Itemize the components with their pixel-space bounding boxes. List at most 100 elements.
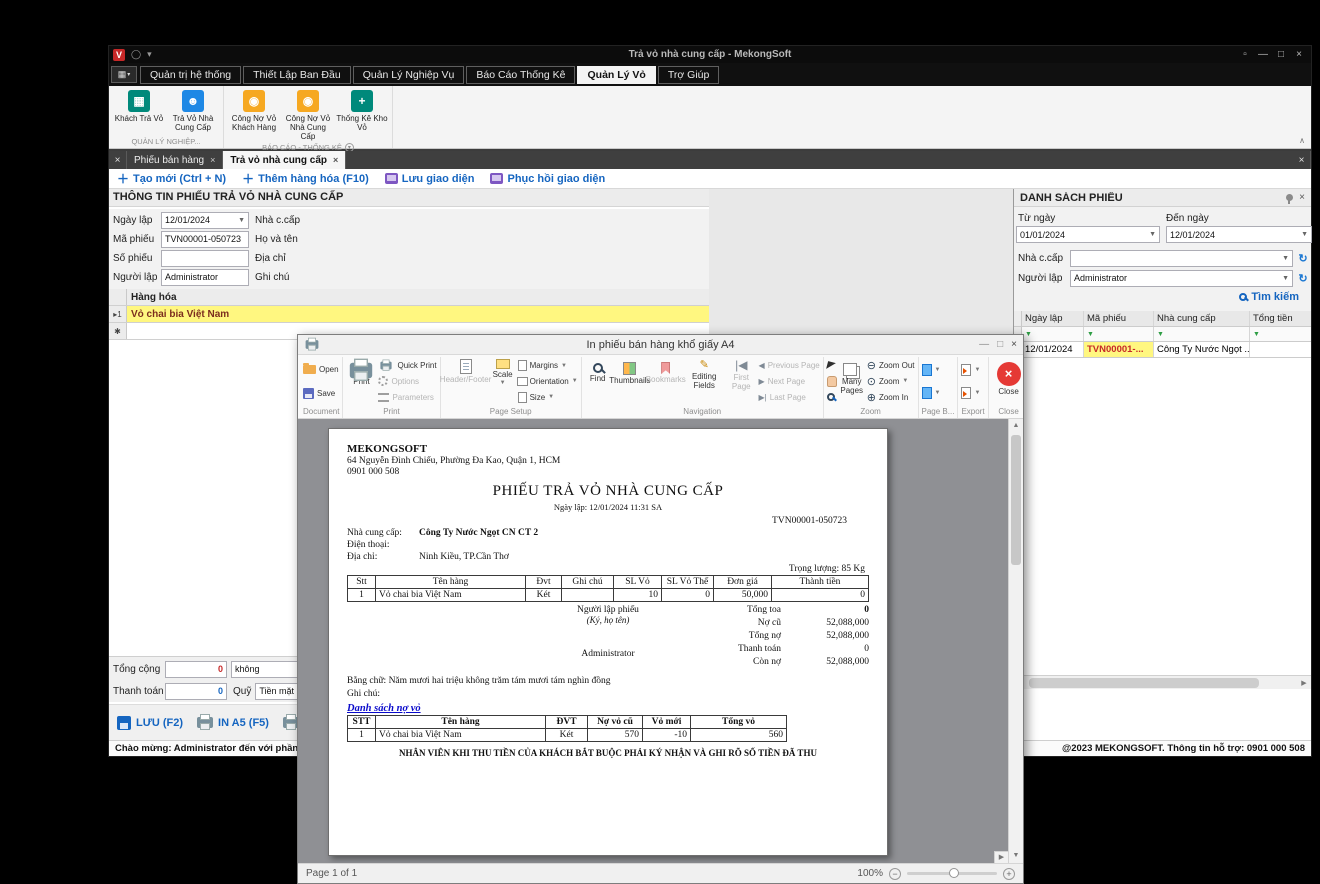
den-ngay-input[interactable]: 12/01/2024▼ <box>1166 226 1312 243</box>
print-button[interactable]: Print <box>346 357 376 406</box>
ma-phieu-input[interactable]: TVN00001-050723 <box>161 231 249 248</box>
first-page-button[interactable]: |◀First Page <box>726 357 757 406</box>
ma-phieu-header[interactable]: Mã phiếu <box>1084 311 1154 326</box>
many-pages-button[interactable]: Many Pages <box>839 357 865 406</box>
ribbon-tab-quan-tri[interactable]: Quản trị hệ thống <box>140 66 241 84</box>
ribbon-tab-quan-ly-vo[interactable]: Quản Lý Vỏ <box>577 66 655 84</box>
previous-page-button[interactable]: ◀Previous Page <box>759 359 820 372</box>
preview-area[interactable]: MEKONGSOFT 64 Nguyễn Đình Chiểu, Phường … <box>298 419 1023 863</box>
scroll-right-icon[interactable]: ▶ <box>1297 679 1311 687</box>
record-icon[interactable]: ◯ <box>131 49 141 60</box>
pin-icon[interactable] <box>1286 194 1293 201</box>
nguoi-lap-filter-select[interactable]: Administrator▼ <box>1070 270 1293 287</box>
save-layout-button[interactable]: Lưu giao diện <box>385 173 475 185</box>
margins-button[interactable]: Margins▼ <box>518 359 578 372</box>
ribbon-tab-nghiep-vu[interactable]: Quản Lý Nghiệp Vụ <box>353 66 465 84</box>
list-row[interactable]: 12/01/2024 TVN00001-... Công Ty Nước Ngọ… <box>1014 342 1311 358</box>
export-document-button[interactable]: ▼ <box>961 363 980 376</box>
hand-tool-button[interactable] <box>827 375 837 388</box>
close-icon[interactable]: × <box>1291 49 1307 60</box>
filter-cell[interactable]: ▼ <box>1154 327 1250 341</box>
options-button[interactable]: Options <box>378 375 436 388</box>
search-button[interactable]: Tìm kiếm <box>1239 291 1299 303</box>
zoom-tool-button[interactable] <box>827 391 837 404</box>
tu-ngay-input[interactable]: 01/01/2024▼ <box>1016 226 1160 243</box>
ribbon-tab-bao-cao[interactable]: Báo Cáo Thống Kê <box>466 66 575 84</box>
close-icon[interactable]: × <box>1011 339 1017 350</box>
ngay-lap-cell[interactable]: 12/01/2024 <box>1022 342 1084 357</box>
send-email-button[interactable]: ▼ <box>961 387 980 400</box>
new-button[interactable]: ＋Tạo mới (Ctrl + N) <box>117 170 226 187</box>
find-button[interactable]: Find <box>585 357 611 406</box>
grid-row[interactable]: ▸1 Vỏ chai bia Việt Nam <box>109 306 709 323</box>
print-a5-button[interactable]: IN A5 (F5) <box>197 717 269 729</box>
khach-tra-vo-button[interactable]: ▦ Khách Trả Vỏ <box>113 88 165 136</box>
close-tab-icon[interactable]: × <box>333 155 338 165</box>
zoom-slider-thumb[interactable] <box>949 868 959 878</box>
add-item-button[interactable]: ＋Thêm hàng hóa (F10) <box>242 170 369 187</box>
close-preview-button[interactable]: ×Close <box>992 357 1023 406</box>
zoom-slider[interactable] <box>907 872 997 875</box>
ribbon-tab-thiet-lap[interactable]: Thiết Lập Ban Đầu <box>243 66 351 84</box>
tra-vo-nha-cung-cap-button[interactable]: ☻ Trả Vỏ Nhà Cung Cấp <box>167 88 219 136</box>
zoom-out-button[interactable]: ⊖Zoom Out <box>867 359 915 372</box>
nguoi-lap-input[interactable]: Administrator <box>161 269 249 286</box>
ribbon-collapse-icon[interactable]: ∧ <box>1299 136 1305 145</box>
scroll-up-icon[interactable]: ▲ <box>1009 419 1023 433</box>
scrollbar-thumb[interactable] <box>1011 435 1021 565</box>
pointer-tool-button[interactable] <box>827 359 837 372</box>
close-tab-right-icon[interactable]: × <box>1293 151 1311 169</box>
minimize-icon[interactable]: — <box>1255 49 1271 60</box>
scroll-down-icon[interactable]: ▼ <box>1009 849 1023 863</box>
filter-cell[interactable]: ▼ <box>1084 327 1154 341</box>
nha-cc-filter-select[interactable]: ▼ <box>1070 250 1293 267</box>
horizontal-scrollbar[interactable]: ◀ ▶ <box>1014 675 1311 689</box>
maximize-icon[interactable]: □ <box>997 339 1003 350</box>
editing-fields-button[interactable]: ✎Editing Fields <box>684 357 724 406</box>
size-button[interactable]: Size▼ <box>518 391 578 404</box>
fit-window-icon[interactable]: ▫ <box>1237 49 1253 60</box>
ngay-lap-input[interactable]: 12/01/2024▼ <box>161 212 249 229</box>
zoom-out-icon[interactable]: − <box>889 868 901 880</box>
orientation-button[interactable]: Orientation▼ <box>518 375 578 388</box>
header-footer-button[interactable]: Header/Footer <box>444 357 488 406</box>
so-phieu-input[interactable] <box>161 250 249 267</box>
zoom-button[interactable]: ⊙Zoom▼ <box>867 375 915 388</box>
filter-cell[interactable]: ▼ <box>1250 327 1311 341</box>
next-page-button[interactable]: ▶Next Page <box>759 375 820 388</box>
nha-cung-cap-cell[interactable]: Công Ty Nước Ngọt ... <box>1154 342 1250 357</box>
chevron-down-icon[interactable]: ▾ <box>147 49 152 60</box>
cong-no-vo-nha-cung-cap-button[interactable]: ◉ Công Nợ Vỏ Nhà Cung Cấp <box>282 88 334 142</box>
item-cell[interactable]: Vỏ chai bia Việt Nam <box>127 306 709 322</box>
restore-layout-button[interactable]: Phục hồi giao diện <box>490 173 605 185</box>
thong-ke-kho-vo-button[interactable]: + Thống Kê Kho Vỏ <box>336 88 388 142</box>
bookmarks-button[interactable]: Bookmarks <box>649 357 682 406</box>
refresh-icon[interactable]: ↻ <box>1295 252 1311 265</box>
close-all-tabs-icon[interactable]: × <box>109 151 127 169</box>
cong-no-vo-khach-hang-button[interactable]: ◉ Công Nợ Vỏ Khách Hàng <box>228 88 280 142</box>
close-panel-icon[interactable]: × <box>1299 192 1305 203</box>
save-button[interactable]: LƯU (F2) <box>117 716 183 730</box>
ribbon-tab-tro-giup[interactable]: Trợ Giúp <box>658 66 720 84</box>
app-menu-icon[interactable]: ▦▾ <box>111 66 137 83</box>
dialog-titlebar[interactable]: In phiếu bán hàng khổ giấy A4 — □ × <box>298 335 1023 355</box>
filter-cell[interactable]: ▼ <box>1022 327 1084 341</box>
page-color-button[interactable]: ▼ <box>922 363 941 376</box>
scale-button[interactable]: Scale▼ <box>490 357 516 406</box>
last-page-button[interactable]: ▶|Last Page <box>759 391 820 404</box>
maximize-icon[interactable]: □ <box>1273 49 1289 60</box>
ngay-lap-header[interactable]: Ngày lập <box>1022 311 1084 326</box>
vertical-scrollbar[interactable]: ▲ ▼ <box>1008 419 1023 863</box>
watermark-button[interactable]: ▼ <box>922 387 941 400</box>
open-button[interactable]: Open <box>303 363 339 376</box>
tong-tien-header[interactable]: Tổng tiền <box>1250 311 1311 326</box>
tong-cong-input[interactable]: 0 <box>165 661 227 678</box>
thanh-toan-input[interactable]: 0 <box>165 683 227 700</box>
zoom-in-icon[interactable]: + <box>1003 868 1015 880</box>
thumbnails-button[interactable]: Thumbnails <box>613 357 647 406</box>
nha-cung-cap-header[interactable]: Nhà cung cấp <box>1154 311 1250 326</box>
minimize-icon[interactable]: — <box>979 339 989 350</box>
tong-tien-cell[interactable] <box>1250 342 1311 357</box>
close-tab-icon[interactable]: × <box>210 155 215 165</box>
save-button[interactable]: Save <box>303 387 339 400</box>
